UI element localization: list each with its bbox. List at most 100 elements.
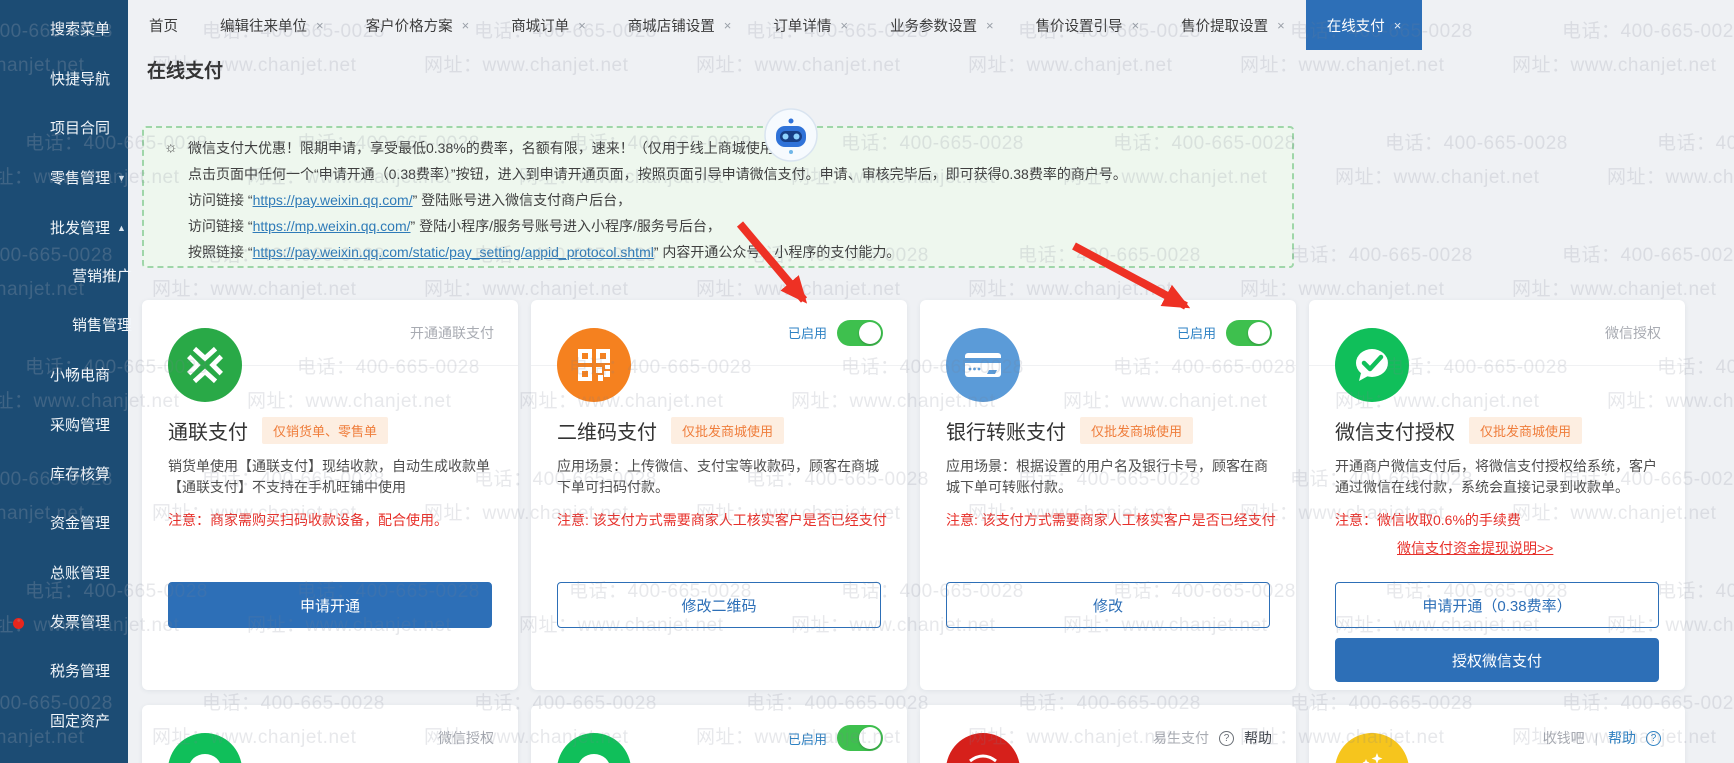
- assistant-robot-icon[interactable]: [764, 108, 818, 162]
- sidebar-item-12[interactable]: 发票管理: [0, 611, 128, 635]
- notice-line: 点击页面中任何一个“申请开通（0.38费率）”按钮，进入到申请开通页面，按照页面…: [188, 166, 1127, 182]
- payment-card-tonglian: 开通通联支付 通联支付 仅销货单、零售单 销货单使用【通联支付】现结收款，自动生…: [142, 300, 518, 690]
- watermark-text: 网址：www.chanjet.net: [152, 279, 357, 300]
- card-description: 销货单使用【通联支付】现结收款，自动生成收款单【通联支付】不支持在手机旺铺中使用: [168, 458, 490, 495]
- apply-tonglian-button[interactable]: 申请开通: [168, 582, 492, 628]
- card-note: 注意：微信收取0.6%的手续费: [1335, 512, 1521, 528]
- tab-2[interactable]: 客户价格方案 ×: [345, 0, 491, 50]
- tab-9[interactable]: 在线支付 ×: [1305, 0, 1423, 50]
- notification-dot-icon: [13, 618, 24, 629]
- sidebar-item-5[interactable]: 营销推广: [0, 265, 132, 289]
- bank-card-icon: [946, 328, 1020, 402]
- watermark-text: 网址：www.chanjet.net: [968, 279, 1173, 300]
- watermark-text: 网址：www.chanjet.net: [1240, 279, 1445, 300]
- close-icon[interactable]: ×: [840, 18, 848, 33]
- close-icon[interactable]: ×: [724, 18, 732, 33]
- notice-text: 微信支付大优惠！限期申请，享受最低0.38%的费率，名额有限，速来！（仅用于线上…: [188, 140, 788, 156]
- sidebar-item-11[interactable]: 总账管理: [0, 562, 128, 586]
- close-icon[interactable]: ×: [578, 18, 586, 33]
- close-icon[interactable]: ×: [1394, 18, 1402, 33]
- notice-text: ” 登陆小程序/服务号账号进入小程序/服务号后台，: [410, 218, 721, 234]
- apply-wechat-rate-button[interactable]: 申请开通（0.38费率）: [1335, 582, 1659, 628]
- sidebar-item-label: 批发管理: [50, 220, 111, 237]
- weixin-protocol-link[interactable]: https://pay.weixin.qq.com/static/pay_set…: [253, 244, 654, 260]
- sidebar-item-label: 库存核算: [50, 466, 111, 483]
- card-status-label: 微信授权: [438, 730, 494, 746]
- authorize-wechat-button[interactable]: 授权微信支付: [1335, 638, 1659, 682]
- bank-transfer-toggle[interactable]: [1226, 319, 1272, 346]
- tab-label: 首页: [149, 18, 178, 35]
- sidebar-item-14[interactable]: 固定资产: [0, 710, 128, 734]
- notice-line: 按照链接 “https://pay.weixin.qq.com/static/p…: [188, 239, 1276, 265]
- payment-card-row2-enabled: 已启用: [531, 705, 907, 763]
- enabled-status-label: 已启用: [1176, 326, 1216, 341]
- sidebar-item-label: 项目合同: [50, 120, 111, 137]
- tab-4[interactable]: 商城店铺设置 ×: [607, 0, 753, 50]
- close-icon[interactable]: ×: [1132, 18, 1140, 33]
- card-scope-badge: 仅销货单、零售单: [262, 417, 389, 444]
- tab-1[interactable]: 编辑往来单位 ×: [199, 0, 345, 50]
- sidebar-item-label: 总账管理: [50, 565, 111, 582]
- sidebar-item-0[interactable]: 搜索菜单: [0, 18, 128, 42]
- tab-label: 在线支付: [1326, 18, 1385, 35]
- close-icon[interactable]: ×: [986, 18, 994, 33]
- wechat-icon: [1335, 328, 1409, 402]
- sidebar-item-7[interactable]: 小畅电商: [0, 364, 128, 388]
- tab-label: 订单详情: [773, 18, 832, 35]
- card-note: 注意：商家需购买扫码收款设备，配合使用。: [168, 512, 448, 528]
- tab-7[interactable]: 售价设置引导 ×: [1015, 0, 1161, 50]
- tab-5[interactable]: 订单详情 ×: [752, 0, 869, 50]
- sidebar-item-3[interactable]: 零售管理 ▼: [0, 166, 128, 190]
- weixin-pay-link[interactable]: https://pay.weixin.qq.com/: [253, 192, 413, 208]
- sidebar-item-8[interactable]: 采购管理: [0, 414, 128, 438]
- close-icon[interactable]: ×: [1277, 18, 1285, 33]
- sidebar-item-13[interactable]: 税务管理: [0, 660, 128, 684]
- tab-0[interactable]: 首页: [128, 0, 199, 50]
- sidebar-item-6[interactable]: 销售管理: [0, 314, 132, 338]
- card-title: 通联支付: [168, 422, 248, 444]
- close-icon[interactable]: ×: [462, 18, 470, 33]
- wechat-withdraw-help-link[interactable]: 微信支付资金提现说明>>: [1397, 538, 1553, 558]
- close-icon[interactable]: ×: [316, 18, 324, 33]
- sidebar-item-4[interactable]: 批发管理 ▲: [0, 216, 128, 240]
- sidebar-item-2[interactable]: 项目合同: [0, 117, 128, 141]
- card-title: 银行转账支付: [946, 422, 1066, 444]
- sidebar-item-label: 小畅电商: [50, 367, 111, 384]
- notice-text: 访问链接 “: [188, 192, 253, 208]
- chevron-up-icon: ▲: [117, 223, 126, 233]
- sidebar-item-label: 采购管理: [50, 417, 111, 434]
- sidebar-item-1[interactable]: 快捷导航: [0, 68, 128, 92]
- divider: |: [1594, 730, 1598, 746]
- weixin-mp-link[interactable]: https://mp.weixin.qq.com/: [253, 218, 411, 234]
- watermark-text: 网址：www.chanjet.net: [424, 279, 629, 300]
- sidebar-item-10[interactable]: 资金管理: [0, 512, 128, 536]
- card-description: 开通商户微信支付后，将微信支付授权给系统，客户通过微信在线付款，系统会直接记录到…: [1335, 458, 1657, 495]
- lightbulb-icon: ☼: [164, 139, 178, 156]
- tab-label: 编辑往来单位: [220, 18, 307, 35]
- tab-3[interactable]: 商城订单 ×: [490, 0, 607, 50]
- edit-bank-button[interactable]: 修改: [946, 582, 1270, 628]
- sidebar-item-label: 营销推广: [72, 268, 133, 285]
- tab-8[interactable]: 售价提取设置 ×: [1160, 0, 1306, 50]
- card-status-label: 微信授权: [1605, 324, 1661, 341]
- sidebar-item-label: 资金管理: [50, 515, 111, 532]
- help-link[interactable]: 帮助: [1608, 728, 1636, 748]
- card-description: 应用场景：根据设置的用户名及银行卡号，顾客在商城下单可转账付款。: [946, 458, 1268, 495]
- help-icon[interactable]: ?: [1646, 730, 1661, 746]
- help-icon[interactable]: ?: [1219, 730, 1234, 746]
- tab-6[interactable]: 业务参数设置 ×: [869, 0, 1015, 50]
- card-status-label: 收钱吧: [1542, 730, 1585, 746]
- watermark-text: 网址：www.chanjet.net: [1240, 55, 1445, 76]
- watermark-text: 网址：www.chanjet.net: [1512, 55, 1717, 76]
- tab-label: 商城店铺设置: [627, 18, 715, 35]
- sidebar-item-9[interactable]: 库存核算: [0, 463, 128, 487]
- watermark-text: 网址：www.chanjet.net: [1335, 167, 1540, 188]
- edit-qrcode-button[interactable]: 修改二维码: [557, 582, 881, 628]
- row2-toggle[interactable]: [837, 725, 883, 751]
- card-title: 微信支付授权: [1335, 422, 1455, 444]
- sidebar-item-label: 搜索菜单: [50, 21, 111, 38]
- card-title: 二维码支付: [557, 422, 657, 444]
- help-link[interactable]: 帮助: [1244, 728, 1272, 748]
- qrcode-pay-toggle[interactable]: [837, 319, 883, 346]
- watermark-text: 网址：www.chanjet.net: [1512, 279, 1717, 300]
